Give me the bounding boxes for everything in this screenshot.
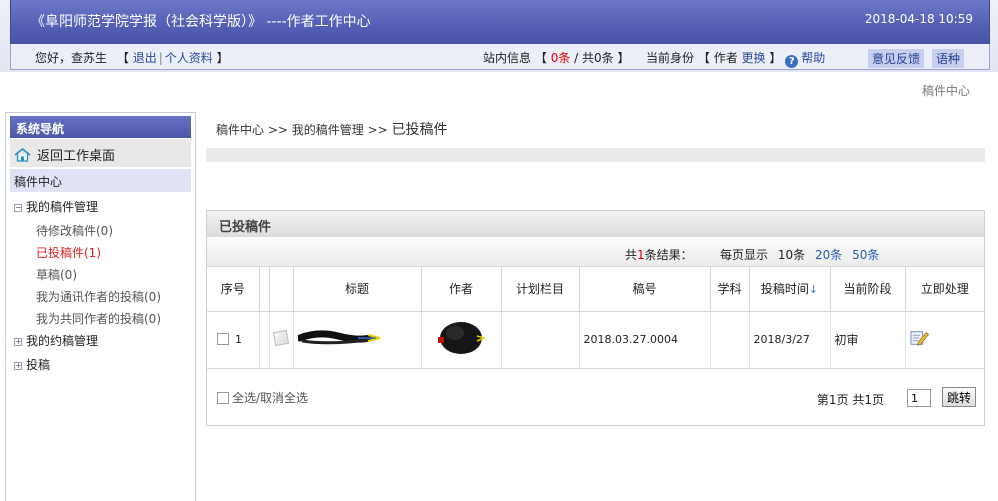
sidebar-item-my-manuscripts[interactable]: − 我的稿件管理: [14, 198, 98, 215]
panel-title: 已投稿件: [207, 211, 984, 237]
help-link[interactable]: 帮助: [801, 51, 825, 65]
breadcrumb-my-manuscripts[interactable]: 我的稿件管理: [292, 123, 364, 137]
profile-link[interactable]: 个人资料: [165, 51, 213, 65]
manuscripts-table: 序号 标题 作者 计划栏目 稿号 学科 投稿时间↓ 当前阶段 立即处理 1 20…: [207, 267, 984, 369]
identity-info: 当前身份 【 作者 更换 】 ? 帮助: [646, 51, 826, 68]
pager: 第1页 共1页: [816, 393, 884, 407]
total-messages: 共0条: [582, 51, 614, 65]
col-number: 稿号: [579, 267, 711, 312]
feedback-button[interactable]: 意见反馈: [868, 49, 925, 68]
collapse-icon[interactable]: −: [14, 204, 22, 212]
per-page-20[interactable]: 20条: [815, 248, 842, 262]
breadcrumb: 稿件中心 >> 我的稿件管理 >> 已投稿件: [216, 122, 448, 138]
expand-icon[interactable]: +: [14, 338, 22, 346]
row-title-redacted[interactable]: [293, 311, 422, 369]
row-date: 2018/3/27: [749, 311, 831, 369]
row-subject: [710, 311, 750, 369]
app-header: 《阜阳师范学院学报（社会科学版）》 ----作者工作中心 2018-04-18 …: [0, 0, 998, 72]
result-count: 共1条结果：: [625, 248, 693, 262]
sidebar-item-co-author[interactable]: 我为共同作者的投稿(0): [36, 310, 161, 327]
table-row: 1 2018.03.27.0004 2018/3/27 初审: [207, 311, 984, 369]
sidebar-item-drafts[interactable]: 草稿(0): [36, 266, 77, 283]
row-action: [905, 311, 984, 369]
col-title: 标题: [293, 267, 422, 312]
sidebar-item-my-invited[interactable]: + 我的约稿管理: [14, 332, 98, 349]
per-page-selector: 每页显示 10条 20条 50条: [720, 248, 880, 262]
home-link[interactable]: 返回工作桌面: [10, 139, 191, 167]
jump-button[interactable]: 跳转: [942, 387, 976, 407]
per-page-50[interactable]: 50条: [852, 248, 879, 262]
sort-down-icon[interactable]: ↓: [809, 283, 818, 296]
sidebar: 系统导航 返回工作桌面 稿件中心 − 我的稿件管理 待修改稿件(0) 已投稿件(1…: [5, 112, 196, 501]
home-icon: [14, 148, 31, 162]
greeting: 您好，查苏生: [35, 51, 108, 65]
help-icon[interactable]: ?: [785, 55, 799, 68]
row-index: 1: [235, 333, 242, 346]
sidebar-item-corresponding-author[interactable]: 我为通讯作者的投稿(0): [36, 288, 161, 305]
switch-identity-link[interactable]: 更换: [742, 51, 766, 65]
redacted-title-icon: [296, 330, 380, 345]
user-info: 您好，查苏生 【 退出 | 个人资料 】: [35, 51, 229, 65]
logout-link[interactable]: 退出: [133, 51, 157, 65]
identity-value: 作者: [713, 51, 738, 65]
row-plan: [501, 311, 580, 369]
breadcrumb-center[interactable]: 稿件中心: [216, 123, 264, 137]
sidebar-item-submitted[interactable]: 已投稿件(1): [36, 244, 101, 261]
top-breadcrumb: 稿件中心: [921, 84, 970, 98]
select-all-checkbox[interactable]: [217, 392, 229, 404]
language-button[interactable]: 语种: [932, 49, 965, 68]
sidebar-heading: 系统导航: [10, 116, 191, 138]
row-stage: 初审: [830, 311, 906, 369]
sidebar-item-submit[interactable]: + 投稿: [14, 356, 50, 373]
col-index: 序号: [207, 267, 260, 312]
expand-icon[interactable]: +: [14, 362, 22, 370]
unread-messages-link[interactable]: 0条: [551, 51, 571, 65]
col-date[interactable]: 投稿时间↓: [749, 267, 831, 312]
sidebar-item-center[interactable]: 稿件中心: [10, 169, 191, 192]
table-header-row: 序号 标题 作者 计划栏目 稿号 学科 投稿时间↓ 当前阶段 立即处理: [207, 267, 984, 312]
info-bar: 您好，查苏生 【 退出 | 个人资料 】 站内信息 【 0条 / 共0条 】 当前身…: [10, 44, 990, 70]
submitted-manuscripts-panel: 已投稿件 共1条结果： 每页显示 10条 20条 50条 序号 标题 作者 计划…: [206, 210, 985, 426]
page-number-input[interactable]: [907, 389, 931, 407]
row-checkbox[interactable]: [217, 333, 229, 345]
redacted-author-icon: [438, 322, 487, 354]
app-title: 《阜阳师范学院学报（社会科学版）》 ----作者工作中心: [31, 14, 371, 30]
edit-icon[interactable]: [910, 329, 930, 347]
per-page-10[interactable]: 10条: [778, 248, 805, 262]
site-info: 站内信息 【 0条 / 共0条 】: [483, 51, 630, 65]
col-action: 立即处理: [905, 267, 984, 312]
divider: [206, 148, 985, 162]
result-bar: 共1条结果： 每页显示 10条 20条 50条: [207, 239, 984, 267]
row-author-redacted: [421, 311, 502, 369]
select-all[interactable]: 全选/取消全选: [217, 389, 308, 406]
col-stage: 当前阶段: [830, 267, 906, 312]
datetime: 2018-04-18 10:59: [864, 12, 973, 26]
breadcrumb-current: 已投稿件: [391, 122, 448, 138]
row-number: 2018.03.27.0004: [579, 311, 711, 369]
col-author: 作者: [421, 267, 502, 312]
col-subject: 学科: [710, 267, 750, 312]
title-bar: 《阜阳师范学院学报（社会科学版）》 ----作者工作中心 2018-04-18 …: [10, 0, 990, 44]
col-plan: 计划栏目: [501, 267, 580, 312]
document-icon: [272, 329, 290, 347]
sidebar-item-pending-revision[interactable]: 待修改稿件(0): [36, 222, 113, 239]
